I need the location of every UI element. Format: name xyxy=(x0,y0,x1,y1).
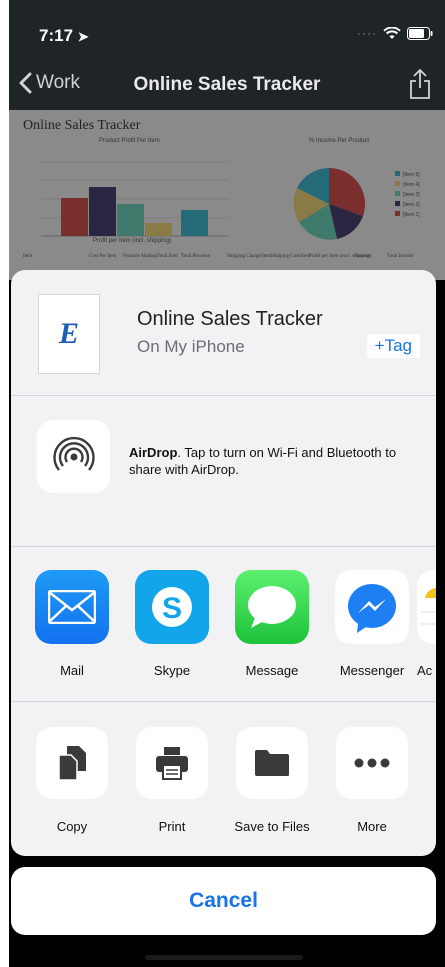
file-location: On My iPhone xyxy=(137,337,245,356)
airdrop-row[interactable]: AirDrop. Tap to turn on Wi-Fi and Blueto… xyxy=(11,396,436,547)
bar-chart-title: Product Profit Per Item xyxy=(99,138,160,144)
pie-legend: [Item 5] [Item 4] [Item 3] [Item 2] [Ite… xyxy=(395,170,420,220)
airdrop-description: AirDrop. Tap to turn on Wi-Fi and Blueto… xyxy=(129,445,397,477)
location-arrow-icon: ➤ xyxy=(77,29,89,44)
svg-text:S: S xyxy=(162,592,182,625)
share-actions-row: Copy Print Save to Files More xyxy=(11,702,436,856)
share-apps-row: Mail S Skype Message Messenger Ac xyxy=(11,547,436,702)
file-badge: E xyxy=(58,317,79,350)
status-time: 7:17 ➤ xyxy=(39,26,89,46)
messenger-icon xyxy=(335,570,409,644)
action-label: More xyxy=(357,819,387,834)
share-app-messenger[interactable]: Messenger xyxy=(327,570,417,678)
status-bar: 7:17 ➤ ···· xyxy=(9,0,445,64)
cancel-button[interactable]: Cancel xyxy=(11,867,436,935)
legend-item: [Item 1] xyxy=(395,210,420,220)
action-label: Copy xyxy=(56,819,88,834)
share-icon xyxy=(410,68,430,99)
file-header: E Online Sales Tracker On My iPhone +Tag xyxy=(11,270,436,396)
action-label: Print xyxy=(158,819,186,834)
bar-chart-xlabel: Profit per Item (incl. shipping) xyxy=(93,238,172,244)
legend-item: [Item 2] xyxy=(395,200,420,210)
file-thumbnail: E xyxy=(38,294,100,374)
airdrop-icon xyxy=(37,420,110,493)
copy-icon xyxy=(36,727,108,799)
legend-item: [Item 5] xyxy=(395,170,420,180)
doc-title: Online Sales Tracker xyxy=(23,118,141,133)
share-sheet: E Online Sales Tracker On My iPhone +Tag… xyxy=(11,270,436,856)
app-label: Messenger xyxy=(339,663,405,678)
mail-icon xyxy=(35,570,109,644)
message-icon xyxy=(235,570,309,644)
nav-title: Online Sales Tracker xyxy=(133,74,321,95)
app-label: Skype xyxy=(153,663,191,678)
bar-item-1 xyxy=(61,198,88,236)
legend-item: [Item 4] xyxy=(395,180,420,190)
save-to-files-action[interactable]: Save to Files xyxy=(222,727,322,834)
app-label: Message xyxy=(245,663,299,678)
file-name: Online Sales Tracker xyxy=(137,308,323,330)
legend-item: [Item 3] xyxy=(395,190,420,200)
folder-icon xyxy=(236,727,308,799)
wifi-icon xyxy=(383,26,401,39)
app-label: Mail xyxy=(60,663,84,678)
status-icons: ···· xyxy=(357,26,433,40)
pie-chart xyxy=(293,167,366,240)
bar-item-4 xyxy=(145,223,172,236)
share-app-skype[interactable]: S Skype xyxy=(127,570,217,678)
pie-chart-title: % Income Per Product xyxy=(309,138,370,144)
skype-icon: S xyxy=(135,570,209,644)
copy-action[interactable]: Copy xyxy=(22,727,122,834)
navigation-bar: Work Online Sales Tracker xyxy=(9,64,445,110)
share-button[interactable] xyxy=(409,68,431,105)
share-app-partial[interactable]: Ac xyxy=(417,570,436,678)
clock-text: 7:17 xyxy=(39,26,74,45)
share-app-message[interactable]: Message xyxy=(227,570,317,678)
app-label: Ac xyxy=(417,663,433,678)
bar-item-3 xyxy=(117,204,144,236)
battery-icon xyxy=(407,26,433,40)
add-tag-button[interactable]: +Tag xyxy=(366,334,420,358)
document-preview: Online Sales Tracker Product Profit Per … xyxy=(9,110,445,280)
bar-item-5 xyxy=(181,210,208,236)
app-icon xyxy=(417,570,436,644)
more-action[interactable]: More xyxy=(322,727,422,834)
share-app-mail[interactable]: Mail xyxy=(27,570,117,678)
more-icon xyxy=(336,727,408,799)
home-indicator xyxy=(145,955,303,960)
bar-item-2 xyxy=(89,187,116,236)
action-label: Save to Files xyxy=(234,819,310,834)
bar-chart xyxy=(41,161,229,237)
print-action[interactable]: Print xyxy=(122,727,222,834)
print-icon xyxy=(136,727,208,799)
signal-icon: ···· xyxy=(357,26,377,40)
